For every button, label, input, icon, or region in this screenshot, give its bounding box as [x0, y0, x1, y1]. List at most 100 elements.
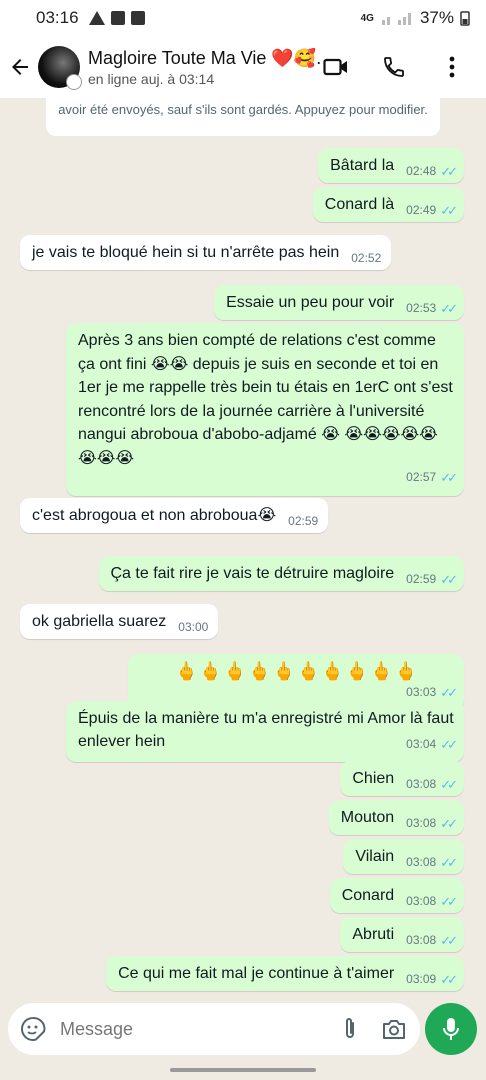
arrow-left-icon[interactable] — [8, 55, 32, 79]
video-call-button[interactable] — [322, 53, 350, 81]
message-text: Abruti — [352, 926, 395, 943]
read-ticks-icon: ✓✓ — [440, 572, 458, 587]
message-composer[interactable]: Message — [8, 1003, 420, 1055]
message-time: 03:09 — [406, 972, 437, 986]
camera-button[interactable] — [380, 1015, 408, 1043]
message-text: Mouton — [340, 809, 395, 826]
message-time: 03:08 — [406, 894, 437, 908]
message-outgoing[interactable]: Ça te fait rire je vais te détruire magl… — [98, 556, 464, 591]
message-time: 03:08 — [406, 933, 437, 947]
message-list[interactable]: avoir été envoyés, sauf s'ils sont gardé… — [0, 98, 486, 998]
video-call-icon[interactable] — [323, 57, 349, 77]
message-time: 03:08 — [406, 816, 437, 830]
message-outgoing[interactable]: Essaie un peu pour voir 02:53 ✓✓ — [214, 285, 464, 320]
paperclip-icon[interactable] — [342, 1016, 358, 1042]
message-time: 03:08 — [406, 777, 437, 791]
battery-icon — [460, 11, 470, 26]
battery-level: 37% — [419, 8, 454, 27]
read-ticks-icon: ✓✓ — [440, 777, 458, 792]
message-time: 02:53 — [406, 301, 437, 315]
more-vert-icon[interactable] — [449, 56, 455, 78]
message-text: Après 3 ans bien compté de relations c'e… — [78, 332, 453, 467]
network-type: 4G — [360, 12, 374, 24]
read-ticks-icon: ✓✓ — [440, 737, 458, 752]
message-time: 02:49 — [406, 203, 437, 217]
message-outgoing[interactable]: Après 3 ans bien compté de relations c'e… — [66, 323, 464, 496]
status-bar: 03:16 4G 37% — [0, 0, 486, 36]
read-ticks-icon: ✓✓ — [440, 894, 458, 909]
voice-call-button[interactable] — [380, 53, 408, 81]
read-ticks-icon: ✓✓ — [440, 933, 458, 948]
camera-icon[interactable] — [381, 1018, 407, 1040]
checkbox-notification-icon — [110, 11, 125, 25]
message-meta: 02:59 ✓✓ — [406, 568, 458, 591]
read-ticks-icon: ✓✓ — [440, 972, 458, 987]
message-input[interactable]: Message — [60, 1019, 320, 1040]
message-outgoing[interactable]: Mouton 03:08 ✓✓ — [328, 800, 464, 835]
message-incoming[interactable]: ok gabriella suarez 03:00 — [20, 604, 219, 639]
message-meta: 02:49 ✓✓ — [406, 199, 458, 222]
contact-presence: en ligne auj. à 03:14 — [88, 70, 215, 87]
message-time: 03:00 — [178, 620, 209, 634]
voice-record-button[interactable] — [425, 1003, 477, 1055]
message-outgoing[interactable]: Conard là 02:49 ✓✓ — [312, 187, 464, 222]
status-ring-icon — [66, 74, 82, 90]
read-ticks-icon: ✓✓ — [440, 855, 458, 870]
message-time: 03:04 — [406, 737, 437, 751]
more-options-button[interactable] — [438, 53, 466, 81]
message-meta: 02:48 ✓✓ — [406, 160, 458, 183]
message-time: 02:59 — [288, 514, 319, 528]
sticker-button[interactable] — [20, 1016, 46, 1042]
read-ticks-icon: ✓✓ — [440, 301, 458, 316]
message-outgoing[interactable]: Épuis de la manière tu m'a enregistré mi… — [66, 701, 464, 762]
message-meta: 03:09 ✓✓ — [406, 968, 458, 991]
message-outgoing[interactable]: Chien 03:08 ✓✓ — [340, 761, 464, 796]
image-notification-icon — [130, 11, 145, 25]
sticker-icon[interactable] — [20, 1016, 46, 1042]
back-button[interactable] — [2, 55, 38, 79]
message-text: ok gabriella suarez — [32, 613, 167, 630]
home-indicator[interactable] — [170, 1068, 316, 1072]
message-text: c'est abrogoua et non abroboua😭 — [32, 507, 277, 524]
attach-button[interactable] — [336, 1015, 364, 1043]
message-incoming[interactable]: c'est abrogoua et non abroboua😭 02:59 — [20, 498, 329, 533]
message-text: 🖕🖕🖕🖕🖕🖕🖕🖕🖕🖕 — [174, 661, 420, 681]
message-outgoing[interactable]: Abruti 03:08 ✓✓ — [340, 917, 464, 952]
message-time: 02:52 — [351, 251, 382, 265]
message-outgoing[interactable]: Vilain 03:08 ✓✓ — [343, 839, 464, 874]
message-text: Ça te fait rire je vais te détruire magl… — [110, 565, 395, 582]
message-meta: 03:08 ✓✓ — [406, 929, 458, 952]
message-incoming[interactable]: je vais te bloqué hein si tu n'arrête pa… — [20, 235, 392, 270]
message-outgoing[interactable]: Conard 03:08 ✓✓ — [329, 878, 464, 913]
message-text: Chien — [352, 770, 395, 787]
microphone-icon[interactable] — [442, 1016, 460, 1042]
message-meta: 03:08 ✓✓ — [406, 812, 458, 835]
read-ticks-icon: ✓✓ — [440, 816, 458, 831]
contact-avatar[interactable] — [38, 46, 82, 90]
read-ticks-icon: ✓✓ — [440, 164, 458, 179]
contact-name[interactable]: Magloire Toute Ma Vie ❤️🥰... — [88, 48, 322, 69]
message-time: 03:08 — [406, 855, 437, 869]
system-notice: avoir été envoyés, sauf s'ils sont gardé… — [46, 98, 440, 136]
message-meta: 02:53 ✓✓ — [406, 297, 458, 320]
status-time: 03:16 — [36, 8, 79, 27]
message-outgoing[interactable]: Ce qui me fait mal je continue à t'aimer… — [106, 956, 464, 991]
message-time: 02:57 — [406, 470, 437, 484]
system-nav-bar — [0, 1062, 486, 1080]
message-text: Ce qui me fait mal je continue à t'aimer — [118, 965, 395, 982]
message-text: Essaie un peu pour voir — [226, 294, 395, 311]
warning-icon — [88, 11, 105, 25]
notification-icons — [88, 11, 145, 25]
message-text: je vais te bloqué hein si tu n'arrête pa… — [32, 244, 340, 261]
message-meta: 02:57 ✓✓ — [78, 466, 458, 490]
message-meta: 03:08 ✓✓ — [406, 851, 458, 874]
message-time: 02:48 — [406, 164, 437, 178]
message-text: Vilain — [355, 848, 395, 865]
message-meta: 03:08 ✓✓ — [406, 773, 458, 796]
message-outgoing[interactable]: Bâtard la 02:48 ✓✓ — [318, 148, 464, 183]
message-time: 02:59 — [406, 572, 437, 586]
message-text: Conard là — [324, 196, 395, 213]
chat-header: Magloire Toute Ma Vie ❤️🥰... en ligne au… — [0, 36, 486, 98]
contact-info[interactable]: Magloire Toute Ma Vie ❤️🥰... en ligne au… — [88, 48, 322, 87]
phone-icon[interactable] — [382, 55, 406, 79]
